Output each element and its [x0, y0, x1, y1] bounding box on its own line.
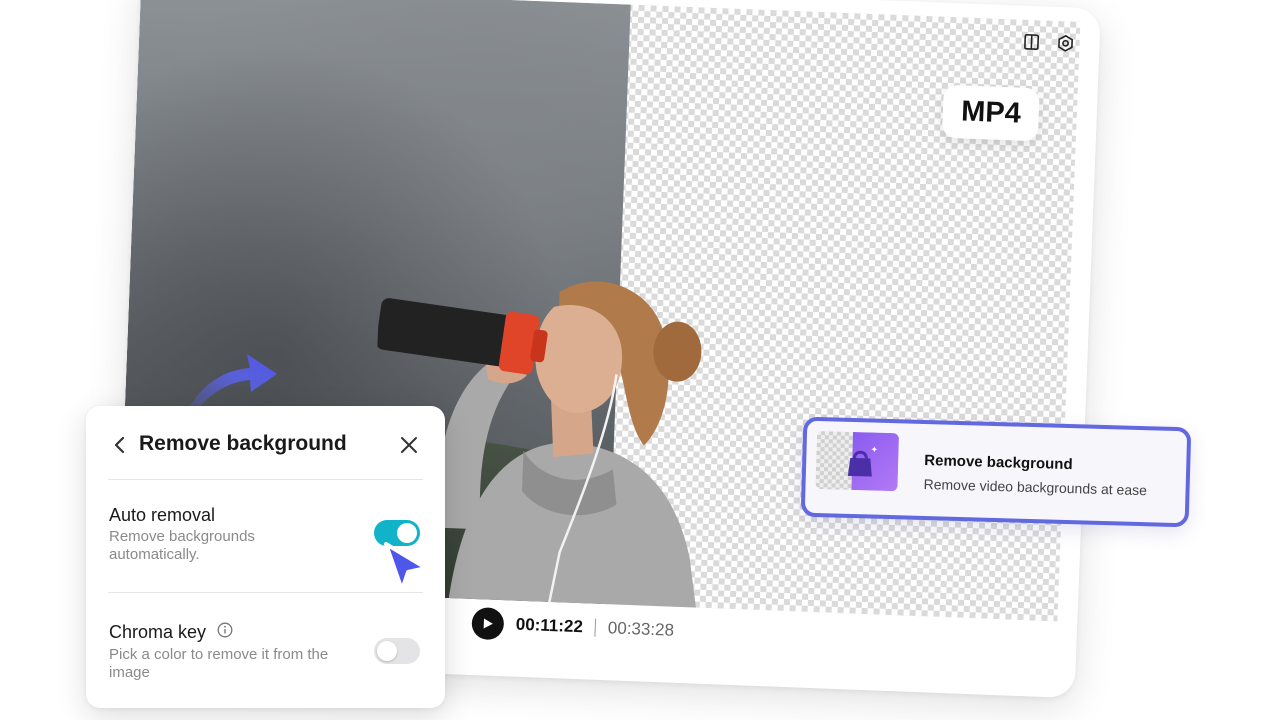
format-badge: MP4 — [942, 84, 1040, 142]
play-button[interactable] — [471, 606, 505, 641]
bag-icon: ✦ — [847, 445, 879, 477]
chroma-key-title: Chroma key — [109, 622, 207, 642]
compare-view-icon[interactable] — [1021, 32, 1042, 53]
current-time: 00:11:22 — [515, 614, 584, 637]
feature-card-subtitle: Remove video backgrounds at ease — [923, 475, 1148, 499]
total-time: 00:33:28 — [607, 618, 675, 640]
playback-bar: 00:11:22 00:33:28 — [471, 606, 675, 647]
chevron-left-icon[interactable] — [112, 434, 128, 456]
feature-thumbnail: ✦ — [815, 430, 900, 492]
play-icon — [483, 618, 493, 629]
time-separator — [594, 618, 597, 637]
feature-card-title: Remove background — [924, 451, 1073, 474]
svg-text:✦: ✦ — [870, 445, 878, 455]
panel-header: Remove background — [86, 406, 445, 480]
chroma-key-toggle[interactable] — [374, 638, 420, 664]
divider — [108, 479, 423, 480]
chroma-key-description: Pick a color to remove it from the image — [109, 646, 329, 681]
close-icon[interactable] — [399, 435, 419, 455]
auto-removal-title: Auto removal — [109, 505, 216, 525]
info-icon[interactable] — [217, 622, 233, 638]
mouse-pointer-icon — [384, 542, 428, 592]
panel-title: Remove background — [139, 432, 347, 455]
toggle-knob — [377, 641, 397, 661]
video-toolbar — [1021, 32, 1076, 54]
settings-icon[interactable] — [1055, 33, 1076, 54]
divider — [108, 592, 423, 593]
auto-removal-description: Remove backgrounds automatically. — [109, 528, 255, 563]
remove-background-feature-card[interactable]: ✦ Remove background Remove video backgro… — [800, 416, 1192, 528]
